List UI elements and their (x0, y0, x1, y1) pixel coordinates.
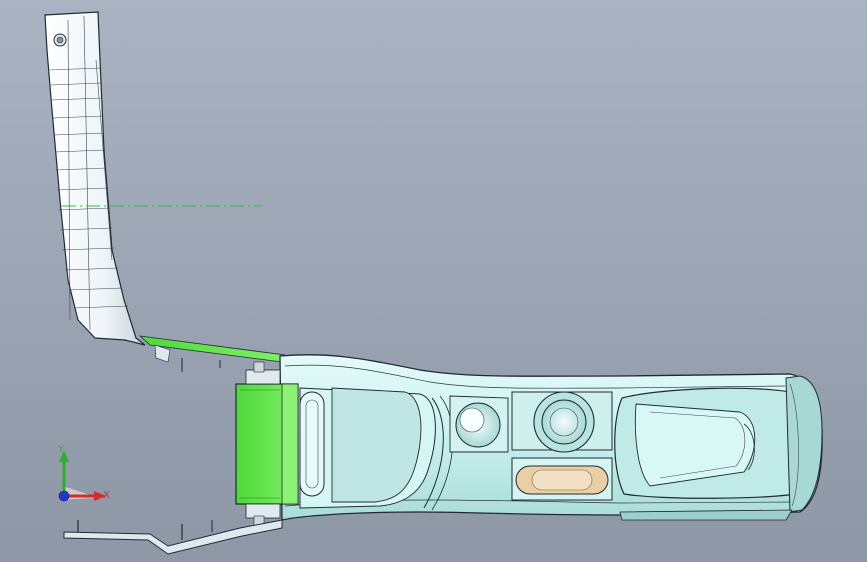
graphics-viewport[interactable]: Y X (0, 0, 867, 562)
console-body[interactable] (279, 354, 823, 521)
cad-model-scene[interactable]: Y X (0, 0, 867, 562)
z-axis-dot (58, 490, 70, 502)
selected-bracket[interactable] (235, 361, 299, 527)
axis-triad-icon: Y X (57, 444, 110, 502)
vertical-trim-arm[interactable] (44, 11, 146, 346)
x-axis-label: X (103, 490, 110, 501)
lower-flange[interactable] (63, 519, 283, 555)
y-axis-label: Y (57, 444, 65, 455)
